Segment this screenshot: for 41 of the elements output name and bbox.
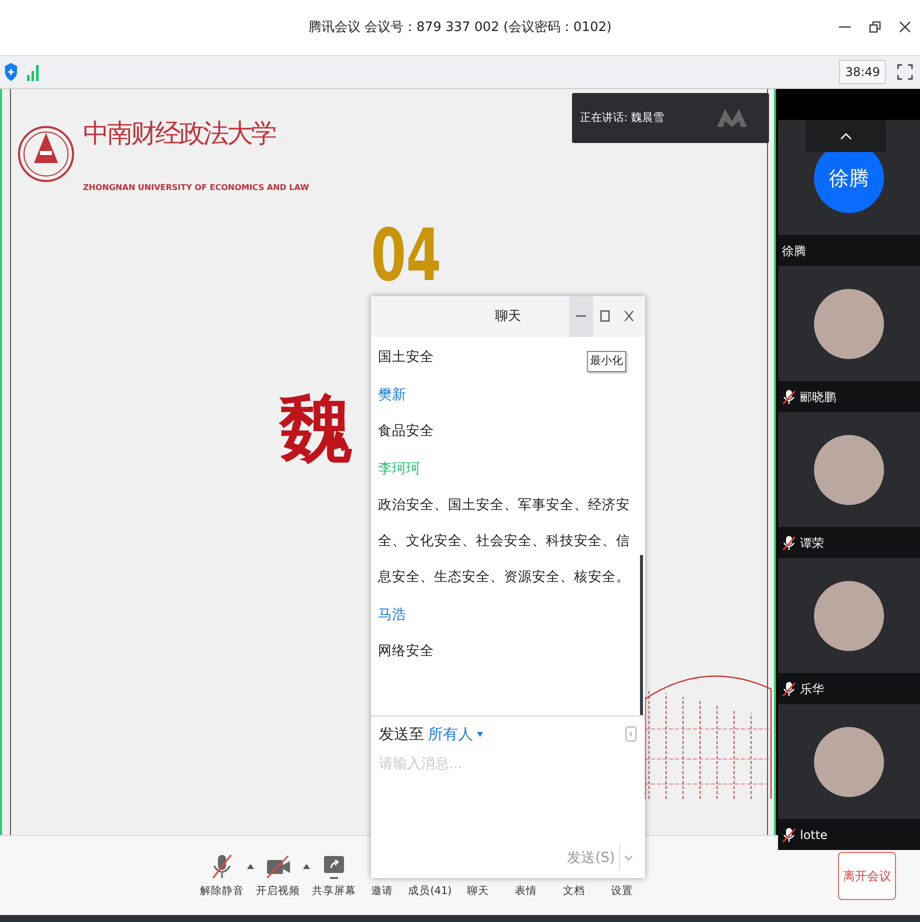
chat-title: 聊天 xyxy=(495,308,521,326)
shield-icon[interactable] xyxy=(4,62,18,82)
participant-name: 徐腾 xyxy=(782,242,806,260)
speaking-label: 正在讲话: 魏晨雪 xyxy=(580,110,664,126)
caret-icon xyxy=(246,864,254,870)
restore-icon xyxy=(869,21,881,34)
caret-icon xyxy=(477,732,483,737)
caret-icon xyxy=(302,864,310,870)
chat-message: 政治安全、国土安全、军事安全、经济安全、文化安全、社会安全、科技安全、信息安全、生态安全、资源安全、核安全。 xyxy=(378,496,631,587)
maximize-icon xyxy=(599,310,611,322)
participant-name: 乐华 xyxy=(800,680,824,698)
close-icon xyxy=(623,310,635,322)
participant-name: 谭荣 xyxy=(800,534,824,552)
logo-icon xyxy=(715,107,749,129)
chat-message: 网络安全 xyxy=(378,642,434,661)
sender-name: 樊新 xyxy=(378,386,406,405)
meeting-timer: 38:49 xyxy=(839,60,886,84)
toolbar-button[interactable]: 开启视频 xyxy=(254,852,302,900)
slide-heading: 魏 xyxy=(279,389,353,470)
sender-name: 李珂珂 xyxy=(378,460,420,479)
slide-number: 04 xyxy=(371,219,442,291)
recipient-dropdown[interactable]: 所有人 xyxy=(428,723,483,746)
window-title: 腾讯会议 会议号：879 337 002 (会议密码：0102) xyxy=(308,18,612,37)
sender-name: 马浩 xyxy=(378,606,406,625)
close-icon xyxy=(899,21,911,34)
toolbar-button[interactable]: 解除静音 xyxy=(198,852,246,900)
university-name: 中南财经政法大学 xyxy=(83,118,275,151)
leave-meeting-button[interactable]: 离开会议 xyxy=(838,852,896,900)
send-to-label: 发送至 xyxy=(379,724,424,745)
scrollbar-thumb[interactable] xyxy=(640,555,643,715)
chevron-up-icon xyxy=(840,132,852,140)
chat-message: 食品安全 xyxy=(378,422,434,441)
participant-name: 郦晓鹏 xyxy=(800,388,836,406)
toolbar-button[interactable]: 共享屏幕 xyxy=(310,852,358,900)
minimize-icon xyxy=(839,26,851,28)
tooltip: 最小化 xyxy=(587,351,626,372)
participant-name: lotte xyxy=(800,826,828,844)
chat-message: 国土安全 xyxy=(378,348,434,367)
university-name-english: ZHONGNAN UNIVERSITY OF ECONOMICS AND LAW xyxy=(83,182,309,194)
fullscreen-icon xyxy=(896,62,914,81)
chevron-down-icon xyxy=(624,854,633,861)
